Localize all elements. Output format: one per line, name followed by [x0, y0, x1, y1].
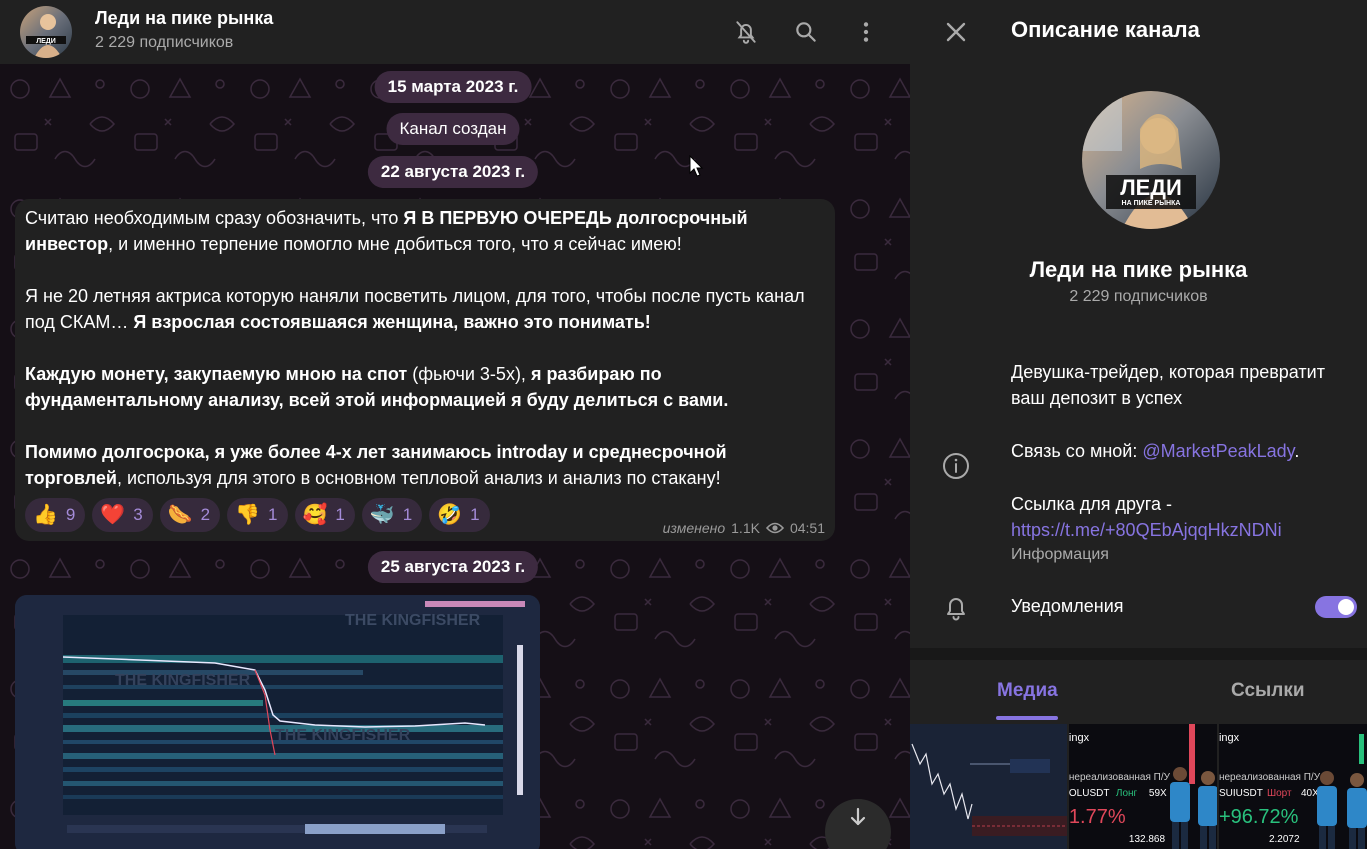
message-paragraph: Каждую монету, закупаемую мною на спот (…	[25, 364, 729, 410]
service-message: Канал создан	[386, 113, 520, 145]
reaction-thumbs-down[interactable]: 👎 1	[227, 498, 288, 532]
svg-text:THE KINGFISHER: THE KINGFISHER	[275, 727, 411, 744]
reaction-count: 3	[133, 505, 143, 524]
views-count: 1.1K	[731, 520, 760, 536]
more-vertical-icon[interactable]	[848, 14, 884, 50]
friend-link-label: Ссылка для друга -	[1011, 494, 1172, 514]
reaction-count: 1	[402, 505, 413, 524]
media-caption: нереализованная П/У	[1218, 772, 1321, 783]
contact-link[interactable]: @MarketPeakLady	[1142, 441, 1294, 461]
photo-watermark: THE KINGFISHER	[345, 612, 481, 629]
arrow-down-icon	[850, 807, 866, 826]
channel-description: Девушка-трейдер, которая превратит ваш д…	[1011, 359, 1351, 543]
whale-icon: 🐳	[369, 504, 395, 526]
channel-profile-photo[interactable]: ЛЕДИ НА ПИКЕ РЫНКА	[1082, 91, 1220, 229]
media-thumbnail[interactable]: ingx нереализованная П/У SUIUSDT Шорт 40…	[1218, 724, 1367, 849]
reaction-heart[interactable]: ❤️ 3	[92, 498, 153, 532]
media-grid: ingx нереализованная П/У OLUSDT Лонг 59X…	[910, 724, 1367, 849]
reaction-count: 9	[65, 505, 76, 524]
toggle-knob	[1336, 597, 1356, 617]
contact-line: Связь со мной: @MarketPeakLady.	[1011, 441, 1300, 461]
edited-label: изменено	[662, 520, 726, 536]
bell-icon	[947, 598, 965, 621]
reaction-rofl[interactable]: 🤣 1	[429, 498, 490, 532]
message-time: 04:51	[789, 520, 825, 536]
reaction-thumbs-up[interactable]: 👍 9	[25, 498, 86, 532]
channel-subscribers: 2 229 подписчиков	[1069, 288, 1208, 305]
media-pnl: +96.72%	[1218, 806, 1299, 828]
invite-link[interactable]: https://t.me/+80QEbAjqqHkzNDNi	[1011, 517, 1351, 543]
active-tab-indicator	[996, 716, 1058, 720]
media-side: Лонг	[1115, 788, 1138, 799]
close-icon	[946, 22, 966, 42]
message-paragraph: Помимо долгосрока, я уже более 4-х лет з…	[25, 442, 727, 488]
heatmap-screenshot: THE KINGFISHER THE KINGFISHER THE KINGFI…	[15, 595, 540, 849]
media-pnl: 1.77%	[1068, 806, 1126, 828]
media-side: Шорт	[1266, 788, 1292, 799]
notifications-label: Уведомления	[1011, 596, 1124, 616]
reaction-whale[interactable]: 🐳 1	[361, 498, 423, 532]
date-separator: 22 августа 2023 г.	[367, 156, 539, 188]
reaction-hotdog[interactable]: 🌭 2	[159, 498, 221, 532]
media-pair: SUIUSDT	[1218, 788, 1263, 799]
notifications-toggle[interactable]	[1315, 596, 1357, 618]
reaction-smiling-hearts[interactable]: 🥰 1	[294, 498, 355, 532]
thumbs-up-icon: 👍	[33, 504, 58, 526]
smiling-face-hearts-icon: 🥰	[302, 504, 328, 526]
avatar-lettering: ЛЕДИ	[36, 38, 56, 45]
message-paragraph: Считаю необходимым сразу обозначить, что…	[25, 208, 748, 254]
date-separator: 25 августа 2023 г.	[367, 551, 539, 583]
reaction-count: 2	[200, 505, 211, 524]
reactions-bar: 👍 9 ❤️ 3 🌭 2 👎 1 🥰 1 🐳 1 🤣 1	[25, 498, 490, 532]
players-image	[1169, 767, 1217, 849]
muted-bell-icon[interactable]	[728, 14, 764, 50]
hotdog-icon: 🌭	[167, 504, 193, 526]
message-meta: изменено 1.1K 04:51	[663, 520, 825, 536]
date-separator: 15 марта 2023 г.	[374, 71, 532, 103]
mouse-cursor-icon	[689, 155, 704, 177]
reaction-count: 1	[268, 505, 278, 524]
photo-message[interactable]: THE KINGFISHER THE KINGFISHER THE KINGFI…	[15, 595, 540, 849]
thumbs-down-icon: 👎	[235, 504, 261, 526]
message-bubble[interactable]: Считаю необходимым сразу обозначить, что…	[15, 199, 835, 541]
media-price: 132.868	[1128, 834, 1166, 845]
info-icon	[943, 453, 969, 479]
channel-avatar[interactable]: ЛЕДИ	[20, 6, 72, 58]
panel-title: Описание канала	[1011, 17, 1200, 42]
eye-icon	[765, 522, 784, 534]
heart-icon: ❤️	[100, 504, 126, 526]
reaction-count: 1	[470, 505, 480, 524]
media-caption: нереализованная П/У	[1068, 772, 1170, 783]
media-price: 2.2072	[1268, 834, 1300, 845]
channel-name: Леди на пике рынка	[1029, 257, 1248, 282]
rofl-icon: 🤣	[437, 504, 463, 526]
players-image	[1316, 771, 1367, 849]
info-section-label: Информация	[1011, 546, 1109, 563]
channel-subscribers: 2 229 подписчиков	[95, 34, 234, 51]
chat-header: ЛЕДИ Леди на пике рынка 2 229 подписчико…	[0, 0, 910, 64]
media-brand: ingx	[1218, 732, 1240, 744]
avatar-lettering: ЛЕДИ	[1120, 175, 1182, 200]
reaction-count: 1	[335, 505, 345, 524]
channel-title[interactable]: Леди на пике рынка	[95, 8, 273, 29]
media-brand: ingx	[1068, 732, 1090, 744]
tab-links[interactable]: Ссылки	[1231, 680, 1305, 702]
media-pair: OLUSDT	[1068, 788, 1110, 799]
description-text: Девушка-трейдер, которая превратит ваш д…	[1011, 362, 1325, 408]
telegram-window: ЛЕДИ Леди на пике рынка 2 229 подписчико…	[0, 0, 1367, 849]
close-button[interactable]	[938, 14, 974, 50]
avatar-sublettering: НА ПИКЕ РЫНКА	[1122, 200, 1181, 207]
search-icon[interactable]	[788, 14, 824, 50]
channel-info-panel: Описание канала ЛЕДИ НА ПИКЕ РЫНКА Леди …	[910, 0, 1367, 849]
tab-media[interactable]: Медиа	[997, 680, 1058, 702]
media-thumbnail[interactable]: ingx нереализованная П/У OLUSDT Лонг 59X…	[1068, 724, 1217, 849]
message-paragraph: Я не 20 летняя актриса которую наняли по…	[25, 286, 805, 332]
svg-text:THE KINGFISHER: THE KINGFISHER	[115, 672, 251, 689]
media-thumbnail[interactable]	[910, 724, 1067, 849]
chat-area: ЛЕДИ Леди на пике рынка 2 229 подписчико…	[0, 0, 910, 849]
section-divider	[910, 648, 1367, 660]
